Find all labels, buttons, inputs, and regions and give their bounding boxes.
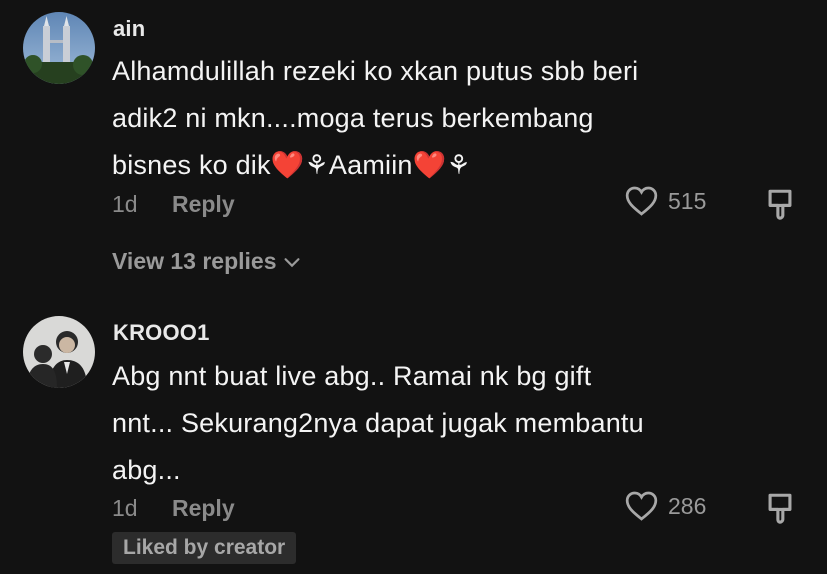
like-count: 286 (668, 492, 707, 519)
comment-line: nnt... Sekurang2nya dapat jugak membantu (112, 408, 644, 438)
chevron-down-icon (283, 257, 300, 267)
dislike-icon[interactable] (763, 187, 797, 221)
like-count: 515 (668, 187, 707, 214)
view-replies-button[interactable]: View 13 replies (112, 248, 303, 275)
timestamp: 1d (112, 495, 138, 521)
rosette-emoji: ⚘ (446, 150, 471, 180)
like-button[interactable]: 286 (625, 491, 706, 521)
avatar-ain-image (23, 12, 95, 84)
reply-button[interactable]: Reply (172, 191, 235, 217)
comment-line: bisnes ko dik❤️⚘Aamiin❤️⚘ (112, 142, 802, 189)
comment-line: Alhamdulillah rezeki ko xkan putus sbb b… (112, 56, 639, 86)
avatar[interactable] (23, 316, 95, 388)
avatar-krooo1-image (23, 316, 95, 388)
comment-line: Abg nnt buat live abg.. Ramai nk bg gift (112, 361, 592, 391)
heart-emoji: ❤️ (412, 150, 447, 180)
avatar[interactable] (23, 12, 95, 84)
heart-outline-icon (625, 186, 658, 216)
username[interactable]: ain (113, 16, 145, 42)
rosette-emoji: ⚘ (304, 150, 329, 180)
timestamp: 1d (112, 191, 138, 217)
comment-meta: 1d Reply (112, 191, 235, 218)
heart-outline-icon (625, 491, 658, 521)
comment-meta: 1d Reply (112, 495, 235, 522)
username[interactable]: KROOO1 (113, 320, 210, 346)
comment-line: abg... (112, 455, 181, 485)
comment-text: Abg nnt buat live abg.. Ramai nk bg gift… (112, 353, 802, 494)
view-replies-label: View 13 replies (112, 248, 277, 274)
dislike-icon[interactable] (763, 491, 797, 525)
comment-line: adik2 ni mkn....moga terus berkembang (112, 103, 594, 133)
liked-by-creator-badge: Liked by creator (112, 532, 297, 564)
heart-emoji: ❤️ (270, 150, 305, 180)
comment-text: Alhamdulillah rezeki ko xkan putus sbb b… (112, 48, 802, 189)
like-button[interactable]: 515 (625, 186, 706, 216)
comment-line-text: Aamiin (328, 150, 413, 180)
comment-line-text: bisnes ko dik (112, 150, 271, 180)
reply-button[interactable]: Reply (172, 495, 235, 521)
